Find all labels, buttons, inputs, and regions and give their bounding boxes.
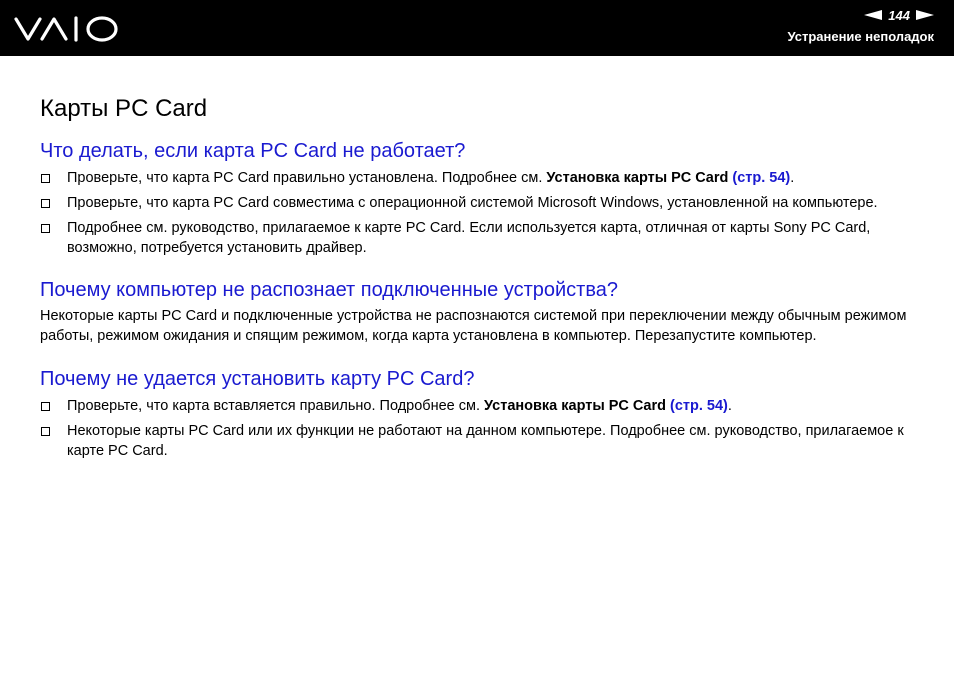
vaio-logo (14, 16, 118, 42)
paragraph-devices: Некоторые карты PC Card и подключенные у… (40, 308, 907, 344)
page-navigation: 144 (864, 7, 934, 23)
reference-title: Установка карты PC Card (484, 398, 666, 414)
list-item: Проверьте, что карта PC Card совместима … (40, 194, 920, 214)
checkbox-bullet-icon (41, 402, 50, 411)
reference-title: Установка карты PC Card (546, 170, 729, 186)
header-bar: 144 Устранение неполадок (0, 0, 954, 56)
next-page-icon[interactable] (916, 10, 934, 20)
page-title: Карты PC Card (40, 95, 208, 122)
list-item: Проверьте, что карта PC Card правильно у… (40, 169, 920, 189)
list-item: Некоторые карты PC Card или их функции н… (40, 422, 920, 461)
checklist-cannot-install: Проверьте, что карта вставляется правиль… (40, 397, 920, 461)
checkbox-bullet-icon (41, 224, 50, 233)
heading-devices-not-recognized: Почему компьютер не распознает подключен… (40, 279, 618, 301)
previous-page-icon[interactable] (864, 10, 883, 20)
heading-cannot-install-card: Почему не удается установить карту PC Ca… (40, 368, 475, 390)
checklist-card-not-working: Проверьте, что карта PC Card правильно у… (40, 169, 920, 258)
checkbox-bullet-icon (41, 427, 50, 436)
page-number: 144 (888, 7, 910, 23)
main-content: Карты PC Card Что делать, если карта PC … (40, 92, 920, 461)
heading-card-not-working: Что делать, если карта PC Card не работа… (40, 140, 466, 162)
page-link[interactable]: (стр. 54) (732, 170, 790, 186)
section-name: Устранение неполадок (787, 29, 934, 44)
list-item: Проверьте, что карта вставляется правиль… (40, 397, 920, 417)
checkbox-bullet-icon (41, 199, 50, 208)
list-item: Подробнее см. руководство, прилагаемое к… (40, 219, 920, 258)
checkbox-bullet-icon (41, 174, 50, 183)
page-link[interactable]: (стр. 54) (670, 398, 728, 414)
